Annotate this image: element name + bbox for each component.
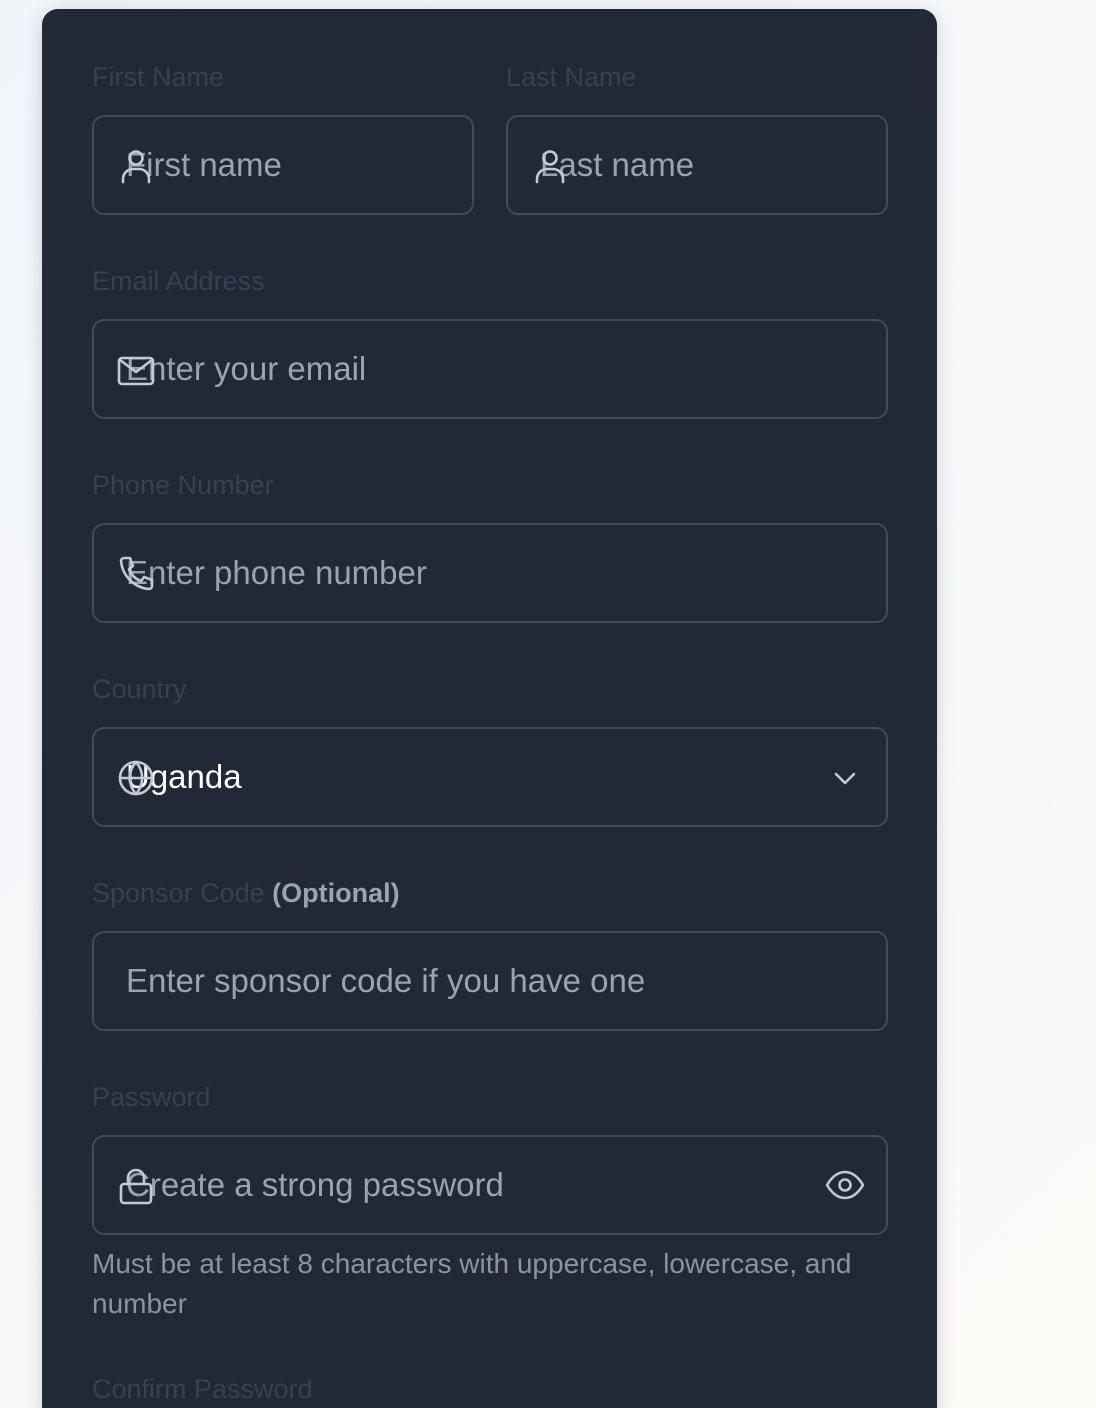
user-icon (116, 146, 156, 186)
country-label: Country (92, 674, 187, 704)
eye-icon[interactable] (824, 1164, 866, 1206)
sponsor-code-label-text: Sponsor Code (92, 878, 265, 908)
email-field[interactable]: Enter your email (92, 319, 888, 419)
phone-icon (116, 554, 156, 594)
last-name-input[interactable]: Last name (506, 115, 888, 215)
phone-label: Phone Number (92, 470, 274, 500)
phone-field[interactable]: Enter phone number (92, 523, 888, 623)
chevron-down-icon[interactable] (830, 763, 860, 793)
phone-placeholder: Enter phone number (126, 554, 427, 591)
password-field[interactable]: Create a strong password (92, 1135, 888, 1235)
sponsor-code-placeholder: Enter sponsor code if you have one (126, 962, 646, 999)
first-name-label: First Name (92, 62, 225, 92)
email-label: Email Address (92, 266, 265, 296)
mail-icon (116, 350, 156, 390)
first-name-input[interactable]: First name (92, 115, 474, 215)
globe-icon (116, 758, 156, 798)
user-icon (530, 146, 570, 186)
confirm-password-label: Confirm Password (92, 1374, 313, 1404)
optional-tag: (Optional) (272, 878, 400, 908)
lock-icon (116, 1166, 156, 1206)
sponsor-code-label: Sponsor Code (Optional) (92, 878, 400, 909)
password-label: Password (92, 1082, 211, 1112)
email-placeholder: Enter your email (126, 350, 367, 387)
sponsor-code-input[interactable]: Enter sponsor code if you have one (92, 931, 888, 1031)
last-name-label: Last Name (506, 62, 637, 92)
password-placeholder: Create a strong password (126, 1166, 504, 1203)
country-select[interactable]: Uganda (92, 727, 888, 827)
password-hint: Must be at least 8 characters with upper… (92, 1248, 852, 1319)
